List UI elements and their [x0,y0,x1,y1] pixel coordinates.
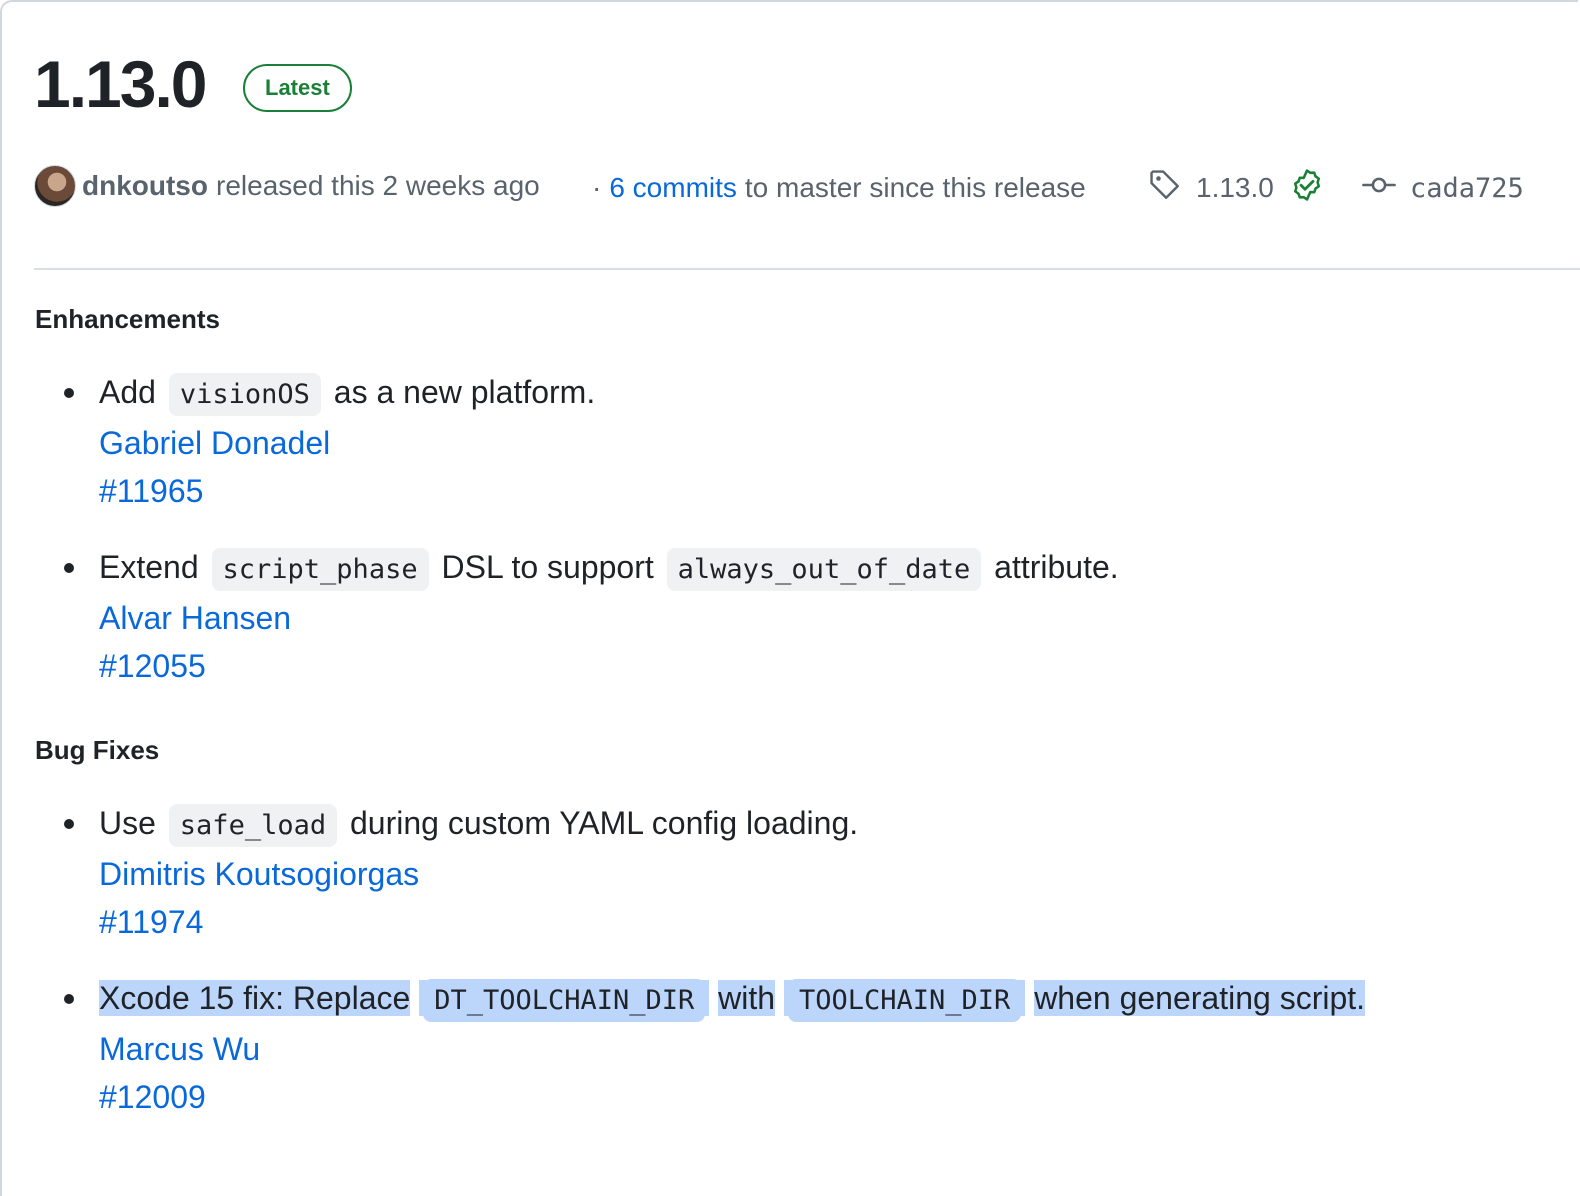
note-text-selected: Xcode 15 fix: Replace DT_TOOLCHAIN_DIR w… [99,974,1366,1025]
avatar[interactable] [34,165,76,207]
note-pre: Xcode 15 fix: Replace [99,980,411,1016]
commit-icon [1362,168,1396,209]
released-text: released this 2 weeks ago [216,170,540,201]
pr-link[interactable]: #11965 [99,467,595,515]
tag-label[interactable]: 1.13.0 [1196,172,1274,204]
code-snippet: DT_TOOLCHAIN_DIR [423,979,706,1022]
note-text: Add visionOS as a new platform. [99,368,595,419]
bullet [64,819,74,829]
commit-info[interactable]: cada725 [1362,162,1524,214]
code-snippet: TOOLCHAIN_DIR [787,979,1022,1022]
code-snippet: always_out_of_date [666,548,982,591]
bugfixes-heading: Bug Fixes [35,735,160,765]
tag-info[interactable]: 1.13.0 [1148,162,1324,214]
note-pre: Use [99,805,156,841]
list-item: Xcode 15 fix: Replace DT_TOOLCHAIN_DIR w… [0,974,1366,1121]
note-post: attribute. [994,549,1119,585]
code-snippet: script_phase [211,548,429,591]
bullet [64,563,74,573]
contributor-link[interactable]: Gabriel Donadel [99,419,595,467]
note-text: Use safe_load during custom YAML config … [99,799,858,850]
release-meta: dnkoutso released this 2 weeks ago [34,160,540,212]
note-pre: Extend [99,549,199,585]
contributor-link[interactable]: Marcus Wu [99,1025,1365,1073]
note-post: when generating script. [1034,980,1366,1016]
pr-link[interactable]: #12009 [99,1073,1365,1121]
release-title[interactable]: 1.13.0 [34,44,207,124]
note-mid: with [718,980,776,1016]
contributor-link[interactable]: Dimitris Koutsogiorgas [99,850,858,898]
commits-link[interactable]: 6 commits [609,172,737,204]
commits-info: · 6 commits to master since this release [592,162,1086,214]
pr-link[interactable]: #12055 [99,642,1119,690]
note-text: Extend script_phase DSL to support alway… [99,543,1119,594]
note-post: as a new platform. [333,374,596,410]
contributor-link[interactable]: Alvar Hansen [99,594,1119,642]
bugfixes-list-2: Xcode 15 fix: Replace DT_TOOLCHAIN_DIR w… [0,974,1366,1121]
code-snippet: safe_load [168,804,338,847]
separator-dot: · [592,172,602,203]
list-item: Use safe_load during custom YAML config … [0,799,858,946]
author-link[interactable]: dnkoutso [82,170,208,202]
commit-sha[interactable]: cada725 [1410,173,1524,204]
divider [34,268,1580,270]
note-pre: Add [99,374,156,410]
pr-link[interactable]: #11974 [99,898,858,946]
latest-badge: Latest [243,64,352,112]
enhancements-heading: Enhancements [35,304,220,334]
list-item: Extend script_phase DSL to support alway… [0,543,1119,690]
note-post: during custom YAML config loading. [350,805,859,841]
bullet [64,388,74,398]
enhancements-list: Add visionOS as a new platform. Gabriel … [0,368,595,515]
bugfixes-list: Use safe_load during custom YAML config … [0,799,858,946]
enhancements-list-2: Extend script_phase DSL to support alway… [0,543,1119,690]
code-snippet: visionOS [168,373,321,416]
verified-icon[interactable] [1290,168,1324,209]
commits-suffix: to master since this release [744,172,1086,203]
note-mid: DSL to support [441,549,654,585]
tag-icon [1148,168,1182,209]
bullet [64,994,74,1004]
list-item: Add visionOS as a new platform. Gabriel … [0,368,595,515]
